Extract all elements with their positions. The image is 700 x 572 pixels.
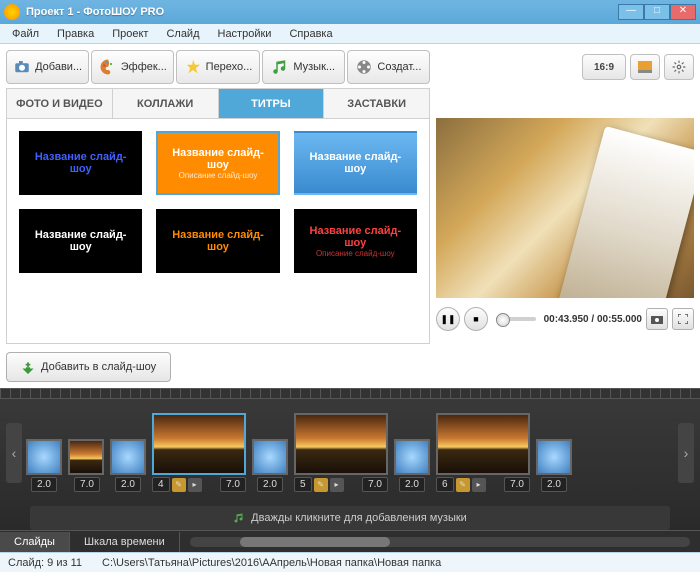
tab-photo-video[interactable]: ФОТО И ВИДЕО	[7, 89, 113, 118]
title-thumb[interactable]: Название слайд-шоу	[156, 209, 279, 273]
duration-badge: 2.0	[257, 477, 283, 492]
edit-slide-icon[interactable]: ✎	[172, 478, 186, 492]
duration-badge: 2.0	[115, 477, 141, 492]
menubar: Файл Правка Проект Слайд Настройки Справ…	[0, 24, 700, 44]
transition-clip[interactable]: 2.0	[110, 439, 146, 492]
track-prev-button[interactable]: ‹	[6, 423, 22, 483]
create-button[interactable]: Создат...	[347, 50, 430, 84]
edit-slide-icon[interactable]: ✎	[314, 478, 328, 492]
slide-number: 6	[436, 477, 454, 492]
time-display: 00:43.950 / 00:55.000	[544, 314, 642, 325]
music-small-icon	[233, 512, 245, 524]
duration-badge: 2.0	[399, 477, 425, 492]
timeline-scrollbar[interactable]	[190, 537, 690, 547]
add-to-slideshow-button[interactable]: Добавить в слайд-шоу	[6, 352, 171, 382]
statusbar: Слайд: 9 из 11 C:\Users\Татьяна\Pictures…	[0, 552, 700, 572]
music-button[interactable]: Музык...	[262, 50, 345, 84]
titlebar: Проект 1 - ФотоШОУ PRO — □ ✕	[0, 0, 700, 24]
palette-icon	[99, 58, 117, 76]
camera-icon	[13, 58, 31, 76]
title-thumb[interactable]: Название слайд-шоуОписание слайд-шоу	[156, 131, 279, 195]
tab-collage[interactable]: КОЛЛАЖИ	[113, 89, 219, 118]
aspect-ratio-button[interactable]: 16:9	[582, 54, 626, 80]
gear-icon	[672, 60, 686, 74]
tab-titles[interactable]: ТИТРЫ	[219, 89, 325, 118]
minimize-button[interactable]: —	[618, 4, 644, 20]
slide-clip[interactable]: 6✎▸ 7.0	[436, 413, 530, 492]
duration-badge: 7.0	[504, 477, 530, 492]
fullscreen-button[interactable]	[672, 308, 694, 330]
slide-clip[interactable]: 7.0	[68, 439, 104, 492]
left-pane: Добави... Эффек... Перехо... Музык... Со…	[6, 50, 430, 382]
duration-badge: 7.0	[74, 477, 100, 492]
title-thumb[interactable]: Название слайд-шоу	[19, 209, 142, 273]
transitions-button[interactable]: Перехо...	[176, 50, 259, 84]
window-title: Проект 1 - ФотоШОУ PRO	[26, 6, 618, 18]
slide-clip[interactable]: 5✎▸ 7.0	[294, 413, 388, 492]
preview-viewport[interactable]	[436, 118, 694, 298]
timeline: ‹ 2.07.02.04✎▸7.02.05✎▸7.02.06✎▸7.02.0 ›…	[0, 388, 700, 530]
plus-arrow-icon	[21, 360, 35, 374]
player-controls: ❚❚ ■ 00:43.950 / 00:55.000	[436, 304, 694, 334]
category-tabs: ФОТО И ВИДЕО КОЛЛАЖИ ТИТРЫ ЗАСТАВКИ	[6, 88, 430, 118]
track-next-button[interactable]: ›	[678, 423, 694, 483]
duration-badge: 7.0	[362, 477, 388, 492]
title-thumb[interactable]: Название слайд-шоу	[19, 131, 142, 195]
fullscreen-icon	[678, 314, 688, 324]
menu-settings[interactable]: Настройки	[210, 26, 280, 42]
title-gallery: Название слайд-шоуНазвание слайд-шоуОпис…	[6, 118, 430, 344]
film-icon	[355, 58, 373, 76]
music-icon	[271, 58, 289, 76]
camera-small-icon	[651, 314, 663, 324]
menu-file[interactable]: Файл	[4, 26, 47, 42]
timeline-ruler	[0, 389, 700, 399]
slide-track: ‹ 2.07.02.04✎▸7.02.05✎▸7.02.06✎▸7.02.0 ›	[0, 399, 700, 506]
title-thumb[interactable]: Название слайд-шоу	[294, 131, 417, 195]
status-slide-count: Слайд: 9 из 11	[8, 557, 82, 569]
menu-project[interactable]: Проект	[104, 26, 156, 42]
display-mode-button[interactable]	[630, 54, 660, 80]
pause-button[interactable]: ❚❚	[436, 307, 460, 331]
transition-clip[interactable]: 2.0	[536, 439, 572, 492]
slide-number: 5	[294, 477, 312, 492]
settings-button[interactable]	[664, 54, 694, 80]
menu-edit[interactable]: Правка	[49, 26, 102, 42]
stop-button[interactable]: ■	[464, 307, 488, 331]
duration-badge: 7.0	[220, 477, 246, 492]
preview-pane: 16:9 ❚❚ ■ 00:43.950 / 00:55.000	[436, 50, 694, 382]
screen-icon	[638, 61, 652, 73]
close-button[interactable]: ✕	[670, 4, 696, 20]
tab-splash[interactable]: ЗАСТАВКИ	[324, 89, 429, 118]
duration-badge: 2.0	[541, 477, 567, 492]
edit-slide-icon[interactable]: ✎	[456, 478, 470, 492]
workarea: Добави... Эффек... Перехо... Музык... Со…	[0, 44, 700, 388]
transition-clip[interactable]: 2.0	[252, 439, 288, 492]
tab-timescale[interactable]: Шкала времени	[70, 532, 180, 552]
transition-clip[interactable]: 2.0	[394, 439, 430, 492]
status-path: C:\Users\Татьяна\Pictures\2016\ААпрель\Н…	[102, 557, 441, 569]
play-slide-icon[interactable]: ▸	[188, 478, 202, 492]
main-toolbar: Добави... Эффек... Перехо... Музык... Со…	[6, 50, 430, 84]
menu-help[interactable]: Справка	[281, 26, 340, 42]
slide-number: 4	[152, 477, 170, 492]
play-slide-icon[interactable]: ▸	[330, 478, 344, 492]
tab-slides[interactable]: Слайды	[0, 532, 70, 552]
effects-button[interactable]: Эффек...	[91, 50, 174, 84]
bottom-bar: Слайды Шкала времени	[0, 530, 700, 552]
title-thumb[interactable]: Название слайд-шоуОписание слайд-шоу	[294, 209, 417, 273]
add-button[interactable]: Добави...	[6, 50, 89, 84]
app-icon	[4, 4, 20, 20]
play-slide-icon[interactable]: ▸	[472, 478, 486, 492]
music-track[interactable]: Дважды кликните для добавления музыки	[30, 506, 670, 530]
snapshot-button[interactable]	[646, 308, 668, 330]
seek-slider[interactable]	[496, 317, 536, 321]
star-icon	[184, 58, 202, 76]
duration-badge: 2.0	[31, 477, 57, 492]
transition-clip[interactable]: 2.0	[26, 439, 62, 492]
maximize-button[interactable]: □	[644, 4, 670, 20]
slide-clip[interactable]: 4✎▸ 7.0	[152, 413, 246, 492]
menu-slide[interactable]: Слайд	[158, 26, 207, 42]
